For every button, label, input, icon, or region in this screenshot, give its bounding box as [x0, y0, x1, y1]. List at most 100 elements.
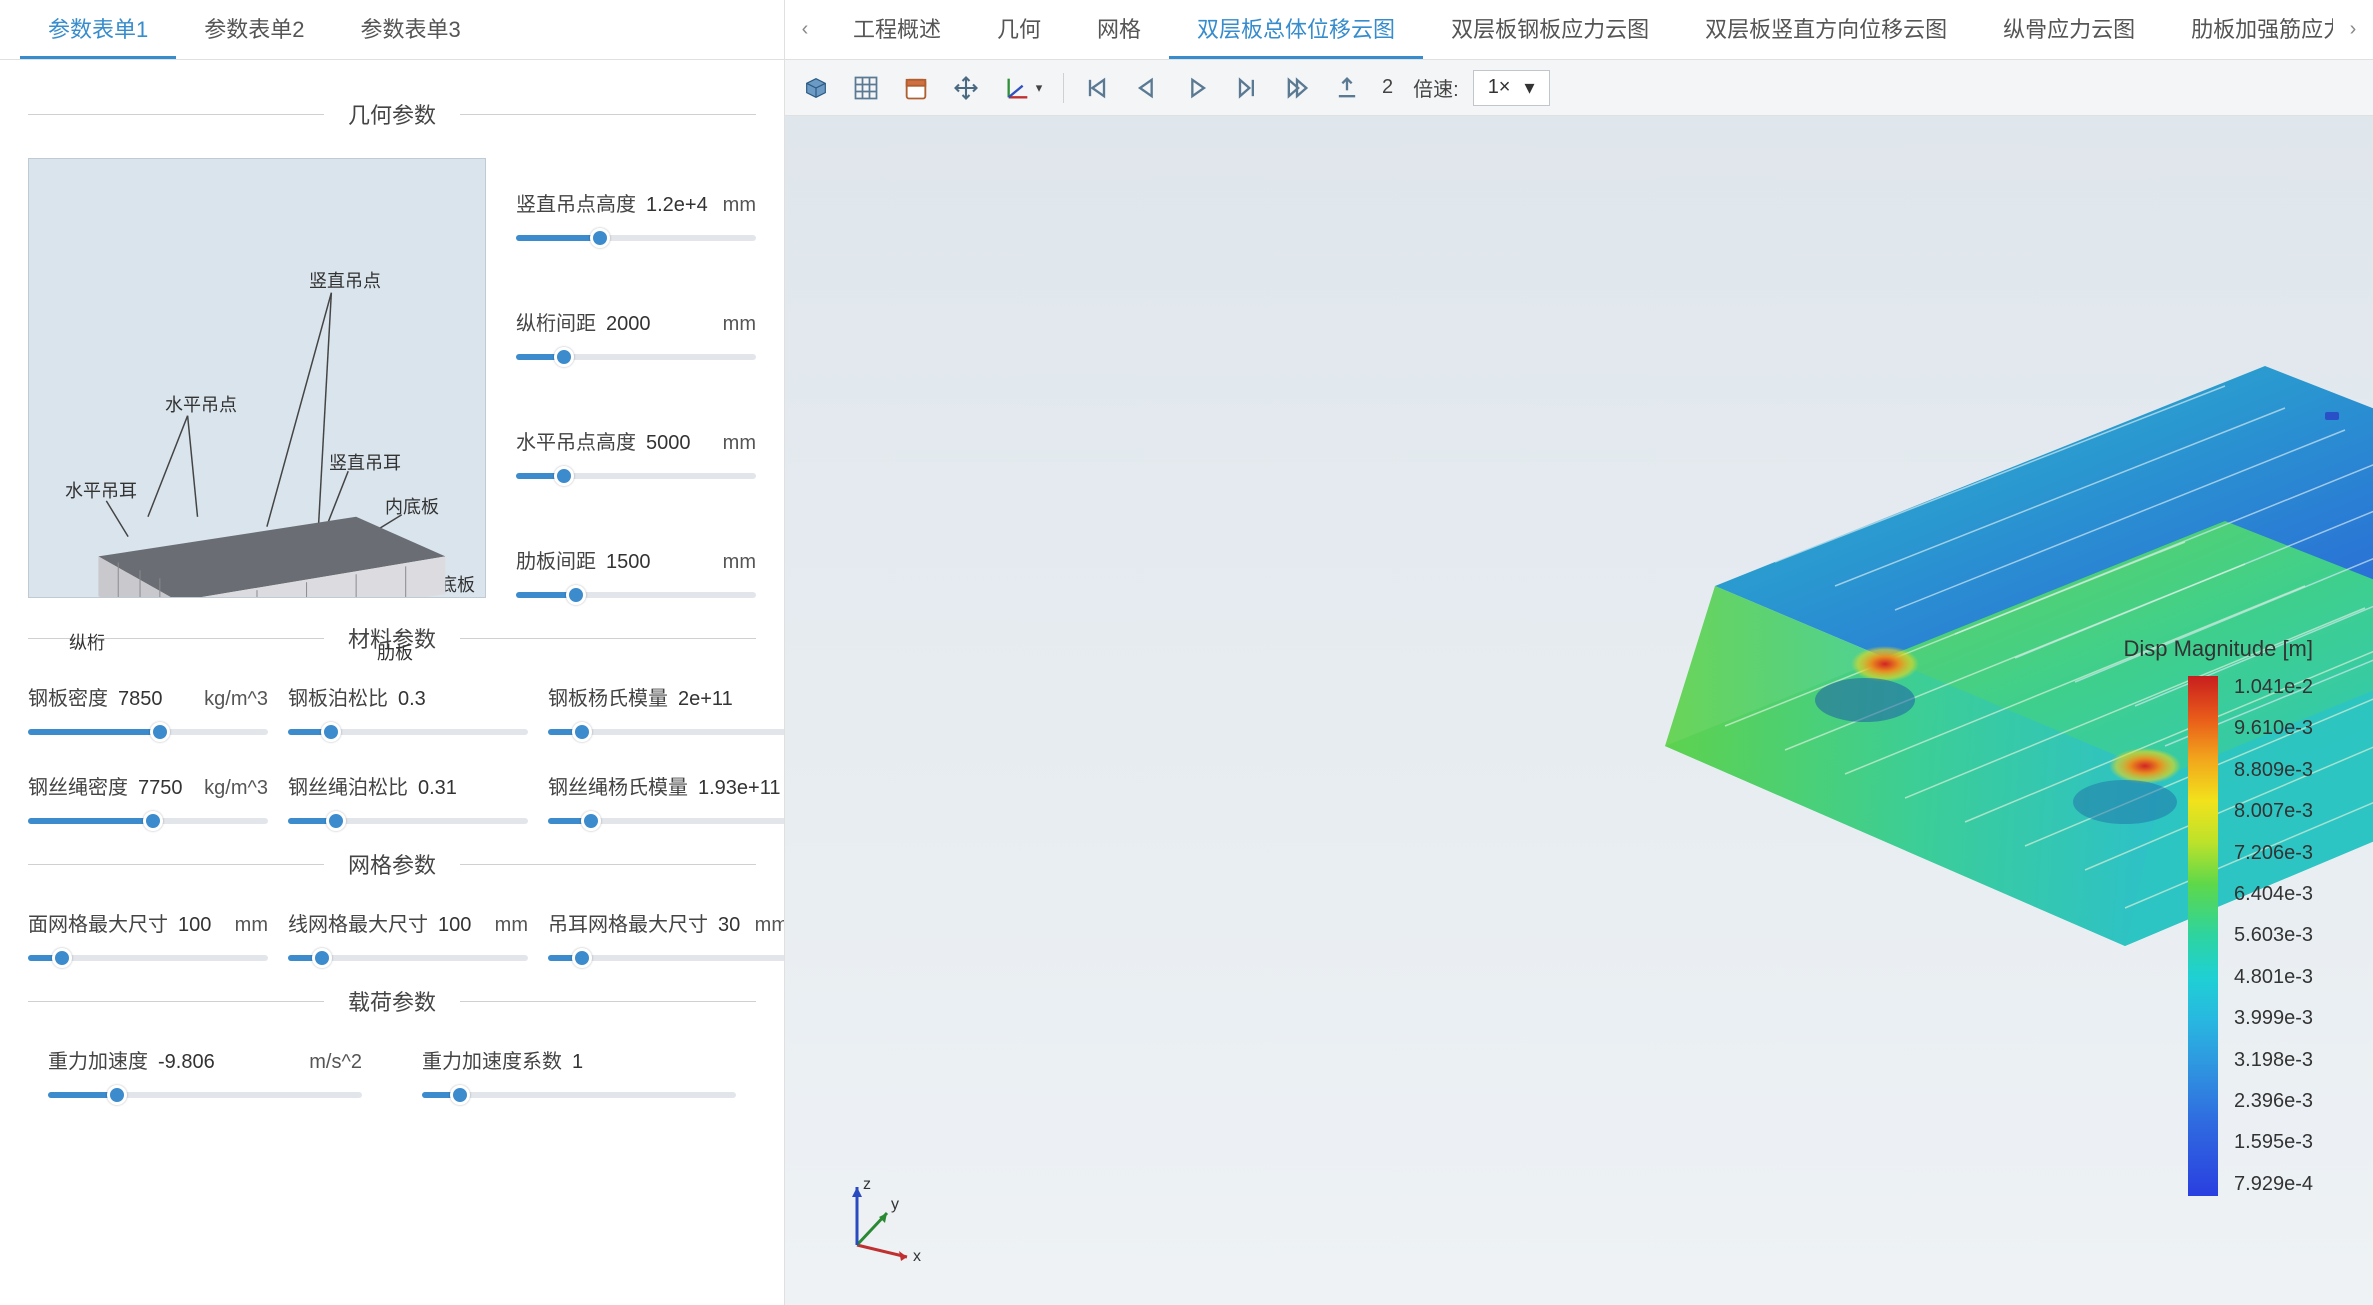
left-tab-bar: 参数表单1 参数表单2 参数表单3 — [0, 0, 784, 60]
plabel: 线网格最大尺寸 — [288, 908, 428, 937]
tab-long-stress[interactable]: 纵骨应力云图 — [1975, 0, 2163, 59]
legend-tick: 3.198e-3 — [2234, 1049, 2313, 1072]
legend-tick: 5.603e-3 — [2234, 924, 2313, 947]
slider[interactable] — [516, 467, 756, 485]
svg-text:z: z — [863, 1176, 871, 1193]
legend-ticks: 1.041e-2 9.610e-3 8.809e-3 8.007e-3 7.20… — [2234, 676, 2313, 1196]
tab-vertical-disp[interactable]: 双层板竖直方向位移云图 — [1677, 0, 1975, 59]
legend-tick: 3.999e-3 — [2234, 1007, 2313, 1030]
diag-label-rib: 肋板 — [377, 639, 413, 665]
legend-tick: 7.206e-3 — [2234, 842, 2313, 865]
param-wire-density: 钢丝绳密度7750kg/m^3 — [28, 771, 268, 830]
param-gravity-factor: 重力加速度系数1 — [422, 1045, 736, 1104]
param-vertical-hoist-height: 竖直吊点高度 1.2e+4 mm — [516, 188, 756, 247]
plabel: 钢丝绳杨氏模量 — [548, 771, 688, 800]
section-title-load: 载荷参数 — [324, 985, 460, 1017]
section-title-geom: 几何参数 — [324, 98, 460, 130]
slider[interactable] — [548, 812, 784, 830]
step-forward-icon[interactable] — [1226, 67, 1268, 109]
pvalue: 100 — [438, 914, 471, 937]
play-icon[interactable] — [1176, 67, 1218, 109]
pvalue: 2000 — [606, 313, 651, 336]
tab-rib-rebar-stress[interactable]: 肋板加强筋应力云 — [2163, 0, 2333, 59]
speed-select[interactable]: 1×▾ — [1473, 70, 1550, 106]
param-horizontal-hoist-height: 水平吊点高度 5000 mm — [516, 426, 756, 485]
tabs-scroll-right[interactable]: › — [2333, 0, 2373, 59]
plabel: 水平吊点高度 — [516, 426, 636, 455]
step-back-icon[interactable] — [1126, 67, 1168, 109]
pvalue: 0.3 — [398, 688, 426, 711]
axes-dropdown[interactable]: ▾ — [995, 67, 1051, 109]
param-line-mesh-size: 线网格最大尺寸100mm — [288, 908, 528, 967]
pvalue: 30 — [718, 914, 740, 937]
pvalue: 7850 — [118, 688, 163, 711]
slider[interactable] — [288, 949, 528, 967]
slider[interactable] — [516, 586, 756, 604]
pvalue: 1.93e+11 — [698, 777, 781, 800]
param-gravity: 重力加速度-9.806m/s^2 — [48, 1045, 362, 1104]
pvalue: 100 — [178, 914, 211, 937]
skip-start-icon[interactable] — [1076, 67, 1118, 109]
tab-geometry[interactable]: 几何 — [969, 0, 1069, 59]
diag-label-long: 纵桁 — [69, 629, 105, 655]
slider[interactable] — [422, 1086, 736, 1104]
legend-tick: 6.404e-3 — [2234, 883, 2313, 906]
plabel: 钢丝绳泊松比 — [288, 771, 408, 800]
slider[interactable] — [28, 812, 268, 830]
pvalue: 0.31 — [418, 777, 457, 800]
slider[interactable] — [516, 229, 756, 247]
legend-tick: 2.396e-3 — [2234, 1090, 2313, 1113]
punit: mm — [755, 914, 784, 937]
pvalue: 1 — [572, 1051, 583, 1074]
skip-end-icon[interactable] — [1276, 67, 1318, 109]
left-tab-3[interactable]: 参数表单3 — [333, 0, 489, 59]
plabel: 重力加速度 — [48, 1045, 148, 1074]
param-longitudinal-spacing: 纵桁间距 2000 mm — [516, 307, 756, 366]
slider[interactable] — [28, 949, 268, 967]
tab-steel-stress[interactable]: 双层板钢板应力云图 — [1423, 0, 1677, 59]
legend-title: Disp Magnitude [m] — [2123, 636, 2313, 662]
param-steel-density: 钢板密度7850kg/m^3 — [28, 682, 268, 741]
tab-mesh[interactable]: 网格 — [1069, 0, 1169, 59]
punit: mm — [723, 432, 756, 455]
legend-colorbar — [2188, 676, 2218, 1196]
calendar-icon[interactable] — [895, 67, 937, 109]
frame-count: 2 — [1376, 76, 1399, 99]
grid-icon[interactable] — [845, 67, 887, 109]
param-lug-mesh-size: 吊耳网格最大尺寸30mm — [548, 908, 784, 967]
tab-disp-contour[interactable]: 双层板总体位移云图 — [1169, 0, 1423, 59]
slider[interactable] — [516, 348, 756, 366]
plabel: 钢板杨氏模量 — [548, 682, 668, 711]
punit: mm — [723, 551, 756, 574]
param-wire-young: 钢丝绳杨氏模量 1.93e+11 — [548, 771, 784, 830]
plabel: 竖直吊点高度 — [516, 188, 636, 217]
slider[interactable] — [288, 812, 528, 830]
slider[interactable] — [28, 723, 268, 741]
slider[interactable] — [548, 949, 784, 967]
geometry-diagram: 竖直吊点 水平吊点 水平吊耳 竖直吊耳 内底板 外底板 纵桁 肋板 — [28, 158, 486, 598]
param-face-mesh-size: 面网格最大尺寸100mm — [28, 908, 268, 967]
tab-overview[interactable]: 工程概述 — [825, 0, 969, 59]
left-tab-2[interactable]: 参数表单2 — [176, 0, 332, 59]
diagram-lines — [29, 159, 485, 597]
pvalue: 7750 — [138, 777, 183, 800]
tabs-scroll-left[interactable]: ‹ — [785, 0, 825, 59]
punit: mm — [723, 313, 756, 336]
speed-label: 倍速: — [1407, 73, 1465, 102]
legend-tick: 7.929e-4 — [2234, 1173, 2313, 1196]
slider[interactable] — [548, 723, 784, 741]
legend: 1.041e-2 9.610e-3 8.809e-3 8.007e-3 7.20… — [2188, 676, 2313, 1196]
move-icon[interactable] — [945, 67, 987, 109]
plabel: 钢板泊松比 — [288, 682, 388, 711]
viewport-3d[interactable]: x y z Disp Magnitude [m] 1.041e-2 9.610e… — [785, 116, 2373, 1305]
slider[interactable] — [288, 723, 528, 741]
right-tab-bar: ‹ 工程概述 几何 网格 双层板总体位移云图 双层板钢板应力云图 双层板竖直方向… — [785, 0, 2373, 60]
legend-tick: 1.041e-2 — [2234, 676, 2313, 699]
left-tab-1[interactable]: 参数表单1 — [20, 0, 176, 59]
speed-value: 1× — [1488, 76, 1511, 99]
view-cube-icon[interactable] — [795, 67, 837, 109]
pvalue: 1.2e+4 — [646, 194, 708, 217]
svg-text:x: x — [913, 1248, 921, 1265]
slider[interactable] — [48, 1086, 362, 1104]
export-icon[interactable] — [1326, 67, 1368, 109]
